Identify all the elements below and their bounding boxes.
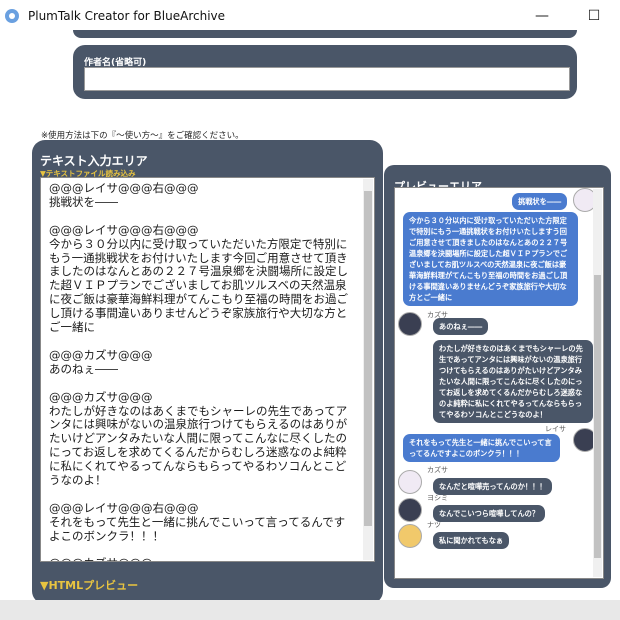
author-panel: 作者名(省略可) bbox=[73, 45, 577, 99]
speaker-name: レイサ bbox=[545, 425, 566, 433]
chat-bubble: なんでこいつら喧嘩してんの？ bbox=[433, 505, 546, 522]
preview-scroll-thumb[interactable] bbox=[594, 275, 601, 558]
chat-bubble: なんだと喧嘩売ってんのか！！！ bbox=[433, 478, 553, 495]
chat-bubble: 挑戦状を―― bbox=[512, 193, 568, 210]
preview-box: 挑戦状を―― 今から３０分以内に受け取っていただいた方限定で特別にもう一通挑戦状を… bbox=[394, 187, 604, 579]
text-content: @@@レイサ@@@右@@@ 挑戦状を―― @@@レイサ@@@右@@@ 今から３０… bbox=[49, 181, 348, 561]
avatar bbox=[398, 312, 422, 336]
text-scroll-thumb[interactable] bbox=[364, 191, 372, 526]
chat-bubble: あのねぇ―― bbox=[433, 318, 489, 335]
avatar bbox=[398, 470, 422, 494]
avatar bbox=[398, 498, 422, 522]
chat-bubble: わたしが好きなのはあくまでもシャーレの先生であってアンタには興味がないの温泉旅行… bbox=[433, 340, 593, 423]
chat-bubble: それをもって先生と一緒に挑んでこいって言ってるんですよこのボンクラ！！！ bbox=[403, 434, 560, 462]
window-title: PlumTalk Creator for BlueArchive bbox=[28, 9, 226, 23]
speaker-name: ナツ bbox=[427, 521, 441, 529]
bottom-bar bbox=[0, 600, 620, 620]
speaker-name: ヨシミ bbox=[427, 494, 448, 502]
minimize-button[interactable]: — bbox=[532, 6, 552, 26]
preview-scrollbar[interactable] bbox=[593, 189, 602, 577]
app-icon bbox=[5, 9, 19, 23]
speaker-name: カズサ bbox=[427, 466, 448, 474]
author-input[interactable] bbox=[84, 67, 570, 91]
title-bar: PlumTalk Creator for BlueArchive — ☐ bbox=[0, 0, 620, 32]
top-panel-edge bbox=[73, 30, 577, 38]
avatar bbox=[398, 524, 422, 548]
text-input[interactable]: @@@レイサ@@@右@@@ 挑戦状を―― @@@レイサ@@@右@@@ 今から３０… bbox=[40, 177, 375, 562]
maximize-button[interactable]: ☐ bbox=[584, 6, 604, 26]
html-preview-toggle[interactable]: ▼HTMLプレビュー bbox=[40, 577, 138, 593]
text-scrollbar[interactable] bbox=[363, 179, 373, 560]
chat-bubble: 今から３０分以内に受け取っていただいた方限定で特別にもう一通挑戦状をお付けいたし… bbox=[403, 212, 578, 306]
chat-bubble: 私に聞かれてもなぁ bbox=[433, 532, 510, 549]
text-area-title: テキスト入力エリア bbox=[40, 154, 148, 168]
text-input-panel: テキスト入力エリア ▼テキストファイル読み込み @@@レイサ@@@右@@@ 挑戦… bbox=[32, 140, 383, 604]
preview-panel: プレビューエリア 挑戦状を――今から３０分以内に受け取っていただいた方限定で特別… bbox=[384, 165, 611, 588]
speaker-name: カズサ bbox=[427, 311, 448, 319]
